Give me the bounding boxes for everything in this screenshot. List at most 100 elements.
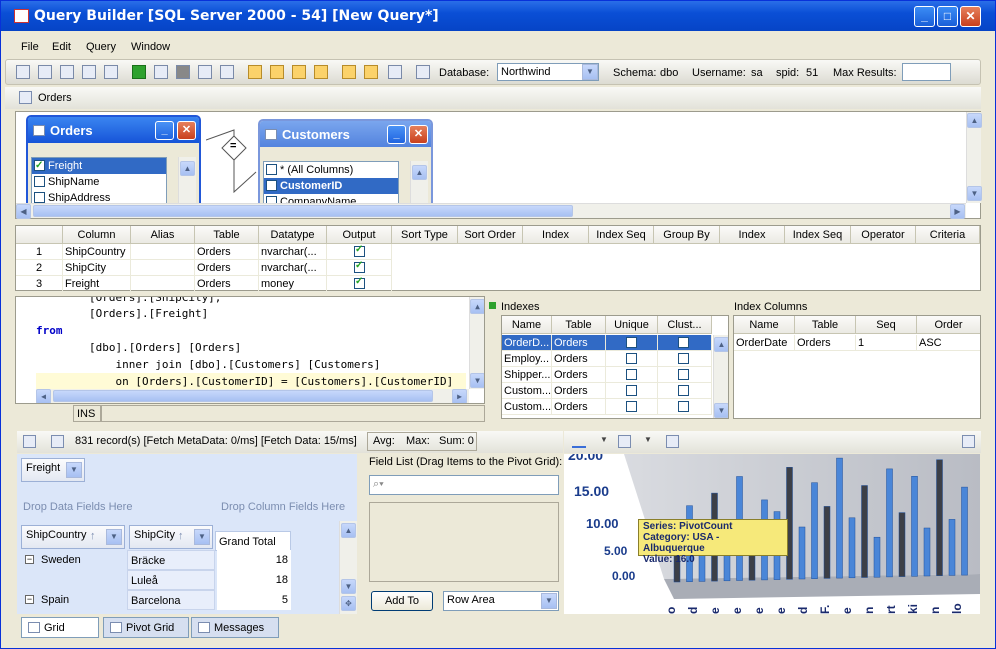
unique-checkbox[interactable] xyxy=(626,401,637,412)
clustered-checkbox[interactable] xyxy=(678,401,689,412)
new-query-icon[interactable] xyxy=(16,65,30,79)
index-columns-grid[interactable]: Name Table Seq Order OrderDate Orders 1 … xyxy=(733,315,981,419)
pivot-row-value[interactable]: 18 xyxy=(217,570,291,590)
header-datatype[interactable]: Datatype xyxy=(259,226,327,244)
idx-cell-table[interactable]: Orders xyxy=(552,399,606,415)
clear-icon[interactable] xyxy=(388,65,402,79)
3d-view-icon[interactable] xyxy=(618,435,631,448)
pivot-row-city[interactable]: Luleå xyxy=(127,570,215,590)
output-checkbox[interactable] xyxy=(354,260,365,273)
ic-cell-table[interactable]: Orders xyxy=(795,335,856,351)
idx-header-unique[interactable]: Unique xyxy=(606,316,658,334)
drop-column-area[interactable]: Drop Column Fields Here xyxy=(221,501,345,513)
run-options-icon[interactable] xyxy=(154,65,168,79)
scroll-thumb[interactable] xyxy=(53,390,433,402)
orders-tab[interactable]: Orders xyxy=(38,92,72,104)
header-index-2[interactable]: Index xyxy=(720,226,785,244)
scroll-up-icon[interactable]: ▲ xyxy=(967,113,982,128)
field-checkbox[interactable] xyxy=(266,180,277,191)
grid-options-icon[interactable] xyxy=(23,435,36,448)
pivot-vscroll[interactable]: ▲ ▼ ✥ xyxy=(339,521,357,614)
minimize-table-button[interactable]: _ xyxy=(387,125,406,144)
maximize-button[interactable]: □ xyxy=(937,6,958,27)
row-number[interactable]: 3 xyxy=(16,276,63,292)
clustered-checkbox[interactable] xyxy=(678,369,689,380)
idx-cell-clustered[interactable] xyxy=(658,351,712,367)
idx-cell-unique[interactable] xyxy=(606,351,658,367)
pivot-row-value[interactable]: 5 xyxy=(217,590,291,610)
chart-data-icon[interactable] xyxy=(666,435,679,448)
idx-cell-unique[interactable] xyxy=(606,399,658,415)
distinct-icon[interactable] xyxy=(364,65,378,79)
output-checkbox[interactable] xyxy=(354,244,365,257)
unique-checkbox[interactable] xyxy=(626,353,637,364)
cell-output[interactable] xyxy=(327,260,392,276)
field-list-box[interactable] xyxy=(369,502,559,582)
idx-cell-name[interactable]: Custom... xyxy=(502,399,552,415)
idx-cell-unique[interactable] xyxy=(606,335,658,351)
menu-window[interactable]: Window xyxy=(131,41,170,53)
indexes-grid[interactable]: Name Table Unique Clust... OrderD... Ord… xyxy=(501,315,729,419)
minimize-button[interactable]: _ xyxy=(914,6,935,27)
scroll-left-icon[interactable]: ◀ xyxy=(36,389,51,403)
unique-checkbox[interactable] xyxy=(626,385,637,396)
row-number[interactable]: 1 xyxy=(16,244,63,260)
field-customerid[interactable]: CustomerID xyxy=(264,178,398,194)
idx-header-table[interactable]: Table xyxy=(552,316,606,334)
tab-pivot-grid[interactable]: Pivot Grid xyxy=(103,617,189,638)
cell-column[interactable]: ShipCity xyxy=(63,260,131,276)
pivot-row-country[interactable]: − Sweden xyxy=(21,550,125,570)
chart-bar[interactable] xyxy=(961,486,968,576)
chart-bar[interactable] xyxy=(886,468,893,578)
row-number[interactable]: 2 xyxy=(16,260,63,276)
diagram-pane[interactable]: Orders _ ✕ Freight ShipName ShipAddress … xyxy=(15,111,982,219)
menu-edit[interactable]: Edit xyxy=(52,41,71,53)
field-all-columns[interactable]: * (All Columns) xyxy=(264,162,398,178)
chart-bar[interactable] xyxy=(848,517,856,579)
idx-cell-table[interactable]: Orders xyxy=(552,383,606,399)
pivot-row-city[interactable]: Barcelona xyxy=(127,590,215,610)
scroll-down-icon[interactable]: ▼ xyxy=(967,186,982,201)
field-checkbox[interactable] xyxy=(34,158,45,174)
move-icon[interactable]: ✥ xyxy=(341,596,356,611)
scroll-left-icon[interactable]: ◀ xyxy=(16,204,31,219)
chart-bar[interactable] xyxy=(861,485,868,578)
pivot-row-value[interactable]: 18 xyxy=(217,550,291,570)
collapse-icon[interactable]: − xyxy=(25,595,34,604)
scroll-right-icon[interactable]: ▶ xyxy=(452,389,467,403)
cell-datatype[interactable]: nvarchar(... xyxy=(259,260,327,276)
idx-cell-name[interactable]: Shipper... xyxy=(502,367,552,383)
chevron-down-icon[interactable]: ▼ xyxy=(582,64,598,80)
diagram-hscroll[interactable]: ◀ ▶ xyxy=(16,203,966,219)
group-by-icon[interactable] xyxy=(342,65,356,79)
sql-editor[interactable]: [Orders].[ShipCity], [Orders].[Freight] … xyxy=(15,296,485,404)
clustered-checkbox[interactable] xyxy=(678,385,689,396)
field-checkbox[interactable] xyxy=(266,164,277,175)
scroll-down-icon[interactable]: ▼ xyxy=(470,373,484,388)
header-index-seq[interactable]: Index Seq xyxy=(589,226,654,244)
customers-table-window[interactable]: Customers _ ✕ * (All Columns) CustomerID… xyxy=(258,119,433,212)
menu-query[interactable]: Query xyxy=(86,41,116,53)
chart-bar[interactable] xyxy=(836,457,843,579)
save-icon[interactable] xyxy=(60,65,74,79)
idx-cell-name[interactable]: OrderD... xyxy=(502,335,552,351)
pivot-row-country[interactable]: − Spain xyxy=(21,590,125,610)
clustered-checkbox[interactable] xyxy=(678,337,689,348)
bar-chart-icon[interactable] xyxy=(572,435,586,448)
unique-checkbox[interactable] xyxy=(626,369,637,380)
field-freight[interactable]: Freight xyxy=(32,158,166,174)
chart-bar[interactable] xyxy=(948,519,956,576)
idx-cell-table[interactable]: Orders xyxy=(552,367,606,383)
cell-column[interactable]: Freight xyxy=(63,276,131,292)
chevron-down-icon[interactable]: ▼ xyxy=(66,462,82,478)
scroll-up-icon[interactable]: ▲ xyxy=(714,337,728,352)
layout-sql-icon[interactable] xyxy=(292,65,306,79)
add-to-button[interactable]: Add To xyxy=(371,591,433,611)
orders-table-window[interactable]: Orders _ ✕ Freight ShipName ShipAddress … xyxy=(26,115,201,212)
field-checkbox[interactable] xyxy=(34,192,45,203)
sql-hscroll[interactable]: ◀ ▶ xyxy=(36,389,469,403)
scroll-right-icon[interactable]: ▶ xyxy=(950,204,965,219)
scroll-up-icon[interactable]: ▲ xyxy=(180,161,195,176)
ic-header-order[interactable]: Order xyxy=(917,316,980,334)
scroll-up-icon[interactable]: ▲ xyxy=(341,523,356,538)
